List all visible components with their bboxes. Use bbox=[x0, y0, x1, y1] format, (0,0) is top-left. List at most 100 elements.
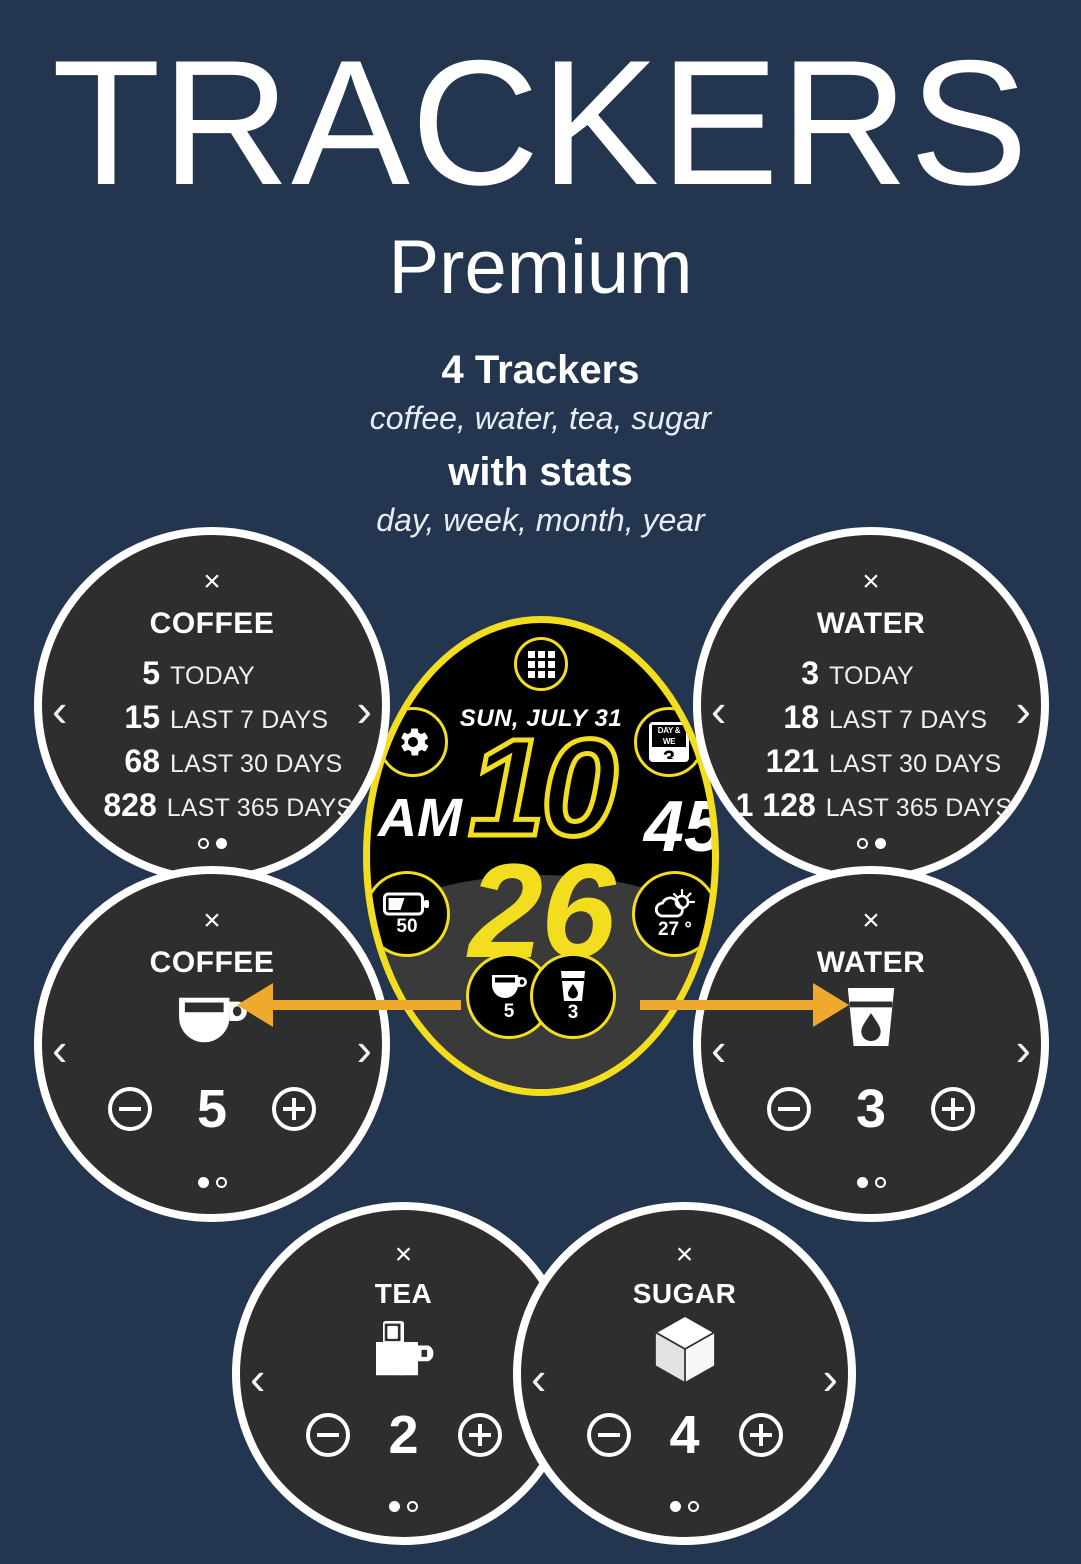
close-icon[interactable]: × bbox=[240, 1240, 567, 1270]
water-glass-icon bbox=[561, 971, 585, 1001]
decrement-button[interactable] bbox=[767, 1087, 811, 1131]
counter-value: 2 bbox=[388, 1405, 419, 1465]
feature-tracker-list: coffee, water, tea, sugar bbox=[369, 400, 712, 436]
app-grid-glyph bbox=[527, 650, 555, 678]
counter-value: 4 bbox=[669, 1405, 700, 1465]
close-icon[interactable]: × bbox=[42, 906, 382, 936]
tea-mug-icon bbox=[375, 1321, 433, 1376]
stat-value: 121 bbox=[765, 743, 819, 779]
counter-value: 5 bbox=[196, 1079, 228, 1139]
complication-water[interactable]: 3 bbox=[530, 953, 616, 1039]
stat-value: 3 bbox=[801, 655, 819, 691]
close-icon[interactable]: × bbox=[701, 906, 1041, 936]
poster-canvas: TRACKERS Premium 4 Trackers coffee, wate… bbox=[0, 0, 1081, 1564]
coffee-complication-value: 5 bbox=[503, 1001, 515, 1022]
page-dot[interactable] bbox=[215, 1177, 227, 1188]
page-dots[interactable] bbox=[42, 838, 382, 849]
stat-row: 68 LAST 30 DAYS bbox=[42, 743, 382, 780]
tracker-icon-slot bbox=[701, 984, 1041, 1050]
water-complication-value: 3 bbox=[567, 1002, 579, 1023]
stat-value: 18 bbox=[783, 699, 819, 735]
page-dots[interactable] bbox=[42, 1177, 382, 1188]
tracker-coffee-counter[interactable]: × COFFEE ‹ › 5 bbox=[34, 866, 390, 1222]
stat-label: TODAY bbox=[829, 662, 914, 690]
stat-value: 828 bbox=[103, 787, 157, 823]
page-dots[interactable] bbox=[701, 1177, 1041, 1188]
stat-row: 121 LAST 30 DAYS bbox=[701, 743, 1041, 780]
stat-value: 68 bbox=[124, 743, 160, 779]
tracker-title: SUGAR bbox=[632, 1278, 737, 1309]
tracker-water-counter[interactable]: × WATER ‹ › 3 bbox=[693, 866, 1049, 1222]
tracker-title: WATER bbox=[816, 607, 926, 640]
page-dot[interactable] bbox=[688, 1501, 699, 1512]
page-title: TRACKERS bbox=[51, 23, 1030, 222]
tracker-icon-slot bbox=[521, 1314, 848, 1384]
stats-list: 3 TODAY 18 LAST 7 DAYS 121 LAST 30 DAYS … bbox=[701, 655, 1041, 831]
coffee-cup-icon bbox=[492, 975, 527, 998]
tracker-title: TEA bbox=[374, 1278, 433, 1309]
app-grid-icon[interactable] bbox=[514, 637, 568, 691]
stat-label: LAST 30 DAYS bbox=[170, 750, 343, 778]
close-icon[interactable]: × bbox=[521, 1240, 848, 1270]
battery-icon bbox=[383, 892, 429, 916]
tracker-title: COFFEE bbox=[149, 607, 275, 640]
calendar-label: DAY & WE bbox=[652, 725, 686, 747]
page-dot-active[interactable] bbox=[197, 1177, 209, 1188]
increment-button[interactable] bbox=[457, 1413, 502, 1457]
tracker-water-stats[interactable]: × WATER ‹ › 3 TODAY 18 LAST 7 DAYS 121 L… bbox=[693, 527, 1049, 883]
feature-stats-label: with stats bbox=[448, 450, 633, 494]
arrow-coffee-pointer bbox=[271, 1000, 461, 1010]
stat-label: LAST 7 DAYS bbox=[829, 706, 988, 734]
page-dot[interactable] bbox=[197, 838, 209, 849]
page-dots[interactable] bbox=[521, 1501, 848, 1512]
battery-value: 50 bbox=[396, 916, 418, 937]
stat-value: 1 128 bbox=[735, 787, 816, 823]
stat-row: 18 LAST 7 DAYS bbox=[701, 699, 1041, 736]
stat-label: LAST 7 DAYS bbox=[170, 706, 329, 734]
page-dots[interactable] bbox=[701, 838, 1041, 849]
stat-value: 5 bbox=[142, 655, 160, 691]
watch-ampm: AM bbox=[378, 788, 462, 848]
sugar-cube-icon bbox=[653, 1314, 716, 1382]
gear-icon bbox=[401, 728, 429, 756]
decrement-button[interactable] bbox=[108, 1087, 152, 1131]
page-dot[interactable] bbox=[407, 1501, 418, 1512]
counter-controls[interactable]: 3 bbox=[701, 1082, 1041, 1136]
page-dot[interactable] bbox=[856, 838, 868, 849]
stat-label: LAST 365 DAYS bbox=[166, 794, 354, 822]
close-icon[interactable]: × bbox=[42, 567, 382, 597]
page-dots[interactable] bbox=[240, 1501, 567, 1512]
page-dot-active[interactable] bbox=[874, 838, 886, 849]
calendar-day: 3 bbox=[662, 746, 676, 762]
close-icon[interactable]: × bbox=[701, 567, 1041, 597]
page-subtitle: Premium bbox=[388, 225, 693, 310]
stat-label: LAST 365 DAYS bbox=[825, 794, 1013, 822]
increment-button[interactable] bbox=[272, 1087, 316, 1131]
page-dot-active[interactable] bbox=[856, 1177, 868, 1188]
increment-button[interactable] bbox=[931, 1087, 975, 1131]
watch-face: SUN, JULY 31 AM 10 45 26 DAY & WE 3 50 2… bbox=[363, 616, 719, 1096]
feature-tracker-count: 4 Trackers bbox=[441, 348, 640, 392]
weather-value: 27 ° bbox=[657, 919, 692, 940]
stats-list: 5 TODAY 15 LAST 7 DAYS 68 LAST 30 DAYS 8… bbox=[42, 655, 382, 831]
decrement-button[interactable] bbox=[305, 1413, 350, 1457]
page-dot-active[interactable] bbox=[389, 1501, 400, 1512]
stat-row: 15 LAST 7 DAYS bbox=[42, 699, 382, 736]
counter-controls[interactable]: 5 bbox=[42, 1082, 382, 1136]
counter-controls[interactable]: 4 bbox=[521, 1408, 848, 1462]
increment-button[interactable] bbox=[738, 1413, 783, 1457]
page-dot[interactable] bbox=[874, 1177, 886, 1188]
tracker-title: WATER bbox=[816, 946, 926, 979]
water-glass-icon bbox=[847, 988, 895, 1046]
decrement-button[interactable] bbox=[586, 1413, 631, 1457]
page-dot-active[interactable] bbox=[215, 838, 227, 849]
tracker-sugar-counter[interactable]: × SUGAR ‹ › 4 bbox=[513, 1202, 856, 1545]
stat-label: TODAY bbox=[170, 662, 255, 690]
stat-label: LAST 30 DAYS bbox=[829, 750, 1002, 778]
stat-row: 5 TODAY bbox=[42, 655, 382, 692]
stat-value: 15 bbox=[124, 699, 160, 735]
page-dot-active[interactable] bbox=[670, 1501, 681, 1512]
tracker-icon-slot bbox=[42, 988, 382, 1050]
tracker-coffee-stats[interactable]: × COFFEE ‹ › 5 TODAY 15 LAST 7 DAYS 68 L… bbox=[34, 527, 390, 883]
stat-row: 3 TODAY bbox=[701, 655, 1041, 692]
